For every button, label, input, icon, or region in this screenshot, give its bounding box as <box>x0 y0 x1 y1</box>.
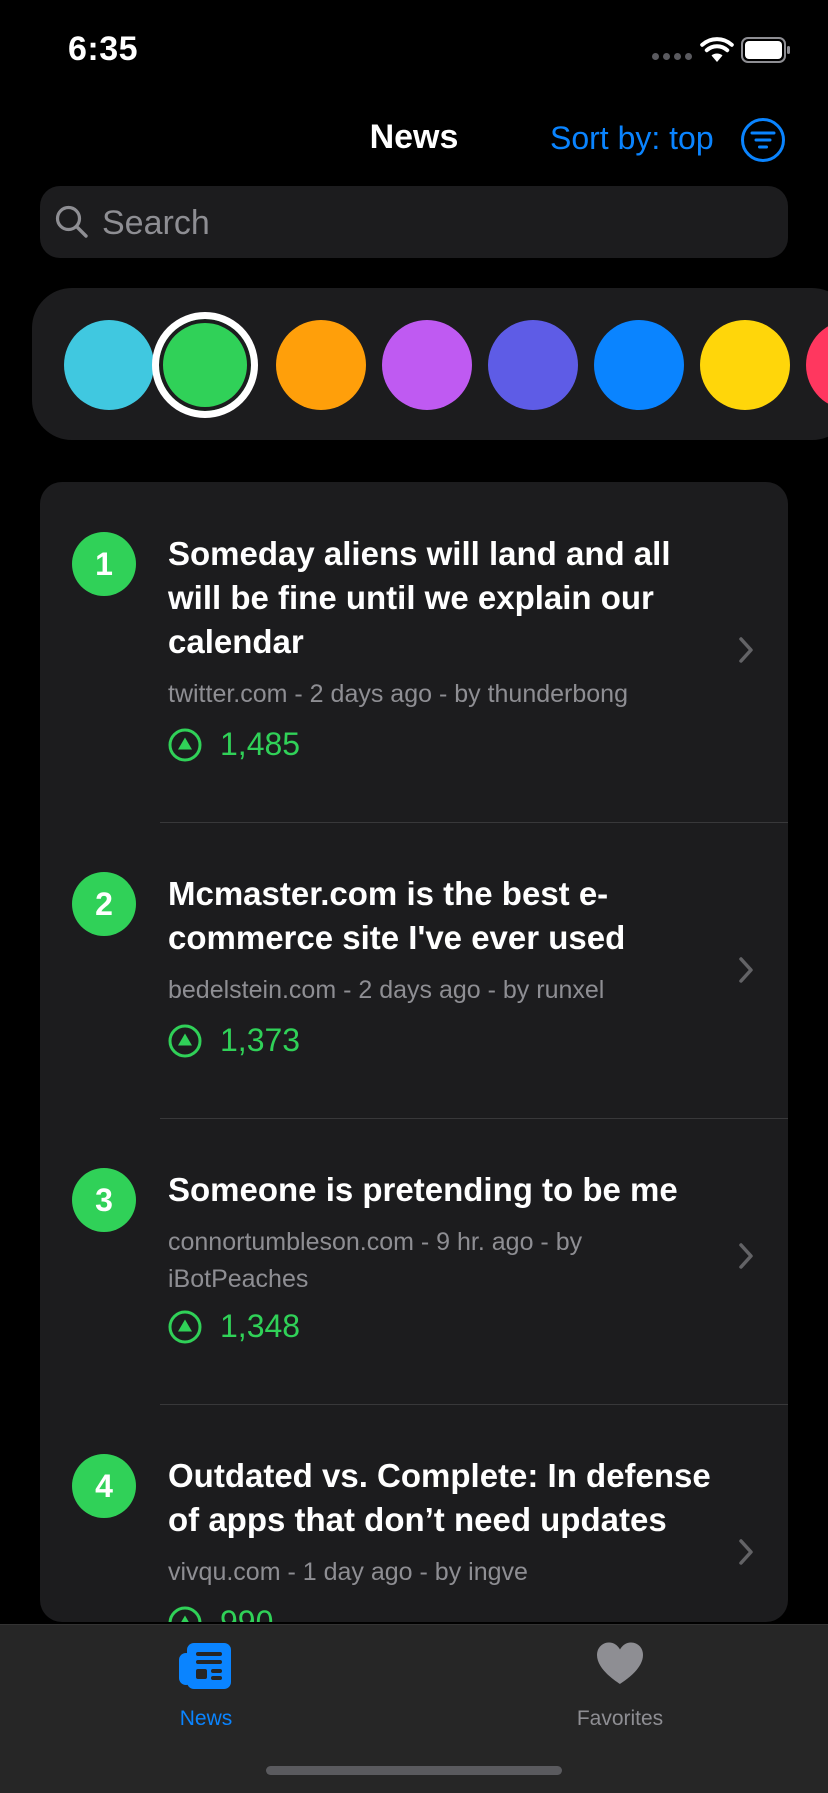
color-swatch[interactable] <box>276 320 366 410</box>
heart-icon <box>597 1642 643 1684</box>
color-swatch[interactable] <box>382 320 472 410</box>
status-bar: 6:35 <box>0 0 828 100</box>
upvote-icon <box>168 1310 202 1343</box>
status-time: 6:35 <box>68 30 139 68</box>
news-title: Mcmaster.com is the best e-commerce site… <box>168 875 626 956</box>
upvote-count-group: 1,485 <box>168 726 300 763</box>
sort-button[interactable]: Sort by: top <box>550 120 714 157</box>
tab-favorites[interactable]: Favorites <box>520 1625 720 1745</box>
rank-badge: 1 <box>72 532 136 596</box>
chevron-right-icon <box>739 637 753 663</box>
battery-icon <box>741 37 790 63</box>
tab-news[interactable]: News <box>106 1625 306 1745</box>
theme-color-picker <box>32 288 828 440</box>
color-swatch[interactable] <box>806 320 828 410</box>
chevron-right-icon <box>739 1539 753 1565</box>
upvote-icon <box>168 1024 202 1057</box>
chevron-right-icon <box>739 957 753 983</box>
news-title: Outdated vs. Complete: In defense of app… <box>168 1457 711 1538</box>
search-icon <box>55 205 88 238</box>
wifi-icon <box>700 37 734 62</box>
tab-favorites-label: Favorites <box>576 1707 664 1730</box>
news-meta: bedelstein.com - 2 days ago - by runxel <box>168 976 605 1004</box>
news-row[interactable]: 2 Mcmaster.com is the best e-commerce sit… <box>40 822 788 1118</box>
news-title: Someday aliens will land and all will be… <box>168 535 671 660</box>
news-meta: twitter.com - 2 days ago - by thunderbon… <box>168 680 628 708</box>
home-indicator <box>266 1766 562 1775</box>
rank-badge: 3 <box>72 1168 136 1232</box>
upvote-count-group: 990 <box>168 1604 273 1622</box>
upvote-count-group: 1,348 <box>168 1308 300 1345</box>
upvote-count: 1,373 <box>220 1022 301 1058</box>
news-row[interactable]: 3 Someone is pretending to be me connortum… <box>40 1118 788 1404</box>
news-list: 1 Someday aliens will land and all will b… <box>40 482 788 1622</box>
upvote-count: 1,485 <box>220 726 301 762</box>
upvote-icon <box>168 728 202 761</box>
news-meta: connortumbleson.com - 9 hr. ago - by iBo… <box>168 1228 583 1293</box>
color-swatch[interactable] <box>152 312 258 418</box>
news-title: Someone is pretending to be me <box>168 1171 678 1208</box>
chevron-right-icon <box>739 1243 753 1269</box>
upvote-count-group: 1,373 <box>168 1022 300 1059</box>
upvote-count: 1,348 <box>220 1308 301 1344</box>
upvote-icon <box>168 1606 202 1622</box>
news-row[interactable]: 4 Outdated vs. Complete: In defense of ap… <box>40 1404 788 1622</box>
rank-badge: 2 <box>72 872 136 936</box>
search-input[interactable] <box>100 196 764 250</box>
news-row[interactable]: 1 Someday aliens will land and all will b… <box>40 482 788 822</box>
color-swatch[interactable] <box>488 320 578 410</box>
news-meta: vivqu.com - 1 day ago - by ingve <box>168 1558 528 1586</box>
tab-news-label: News <box>179 1707 233 1730</box>
newspaper-icon <box>179 1643 231 1689</box>
filter-icon[interactable] <box>740 117 786 163</box>
cellular-signal-icon <box>652 53 692 60</box>
color-swatch[interactable] <box>64 320 154 410</box>
upvote-count: 990 <box>220 1604 274 1622</box>
color-swatch[interactable] <box>700 320 790 410</box>
rank-badge: 4 <box>72 1454 136 1518</box>
color-swatch[interactable] <box>594 320 684 410</box>
